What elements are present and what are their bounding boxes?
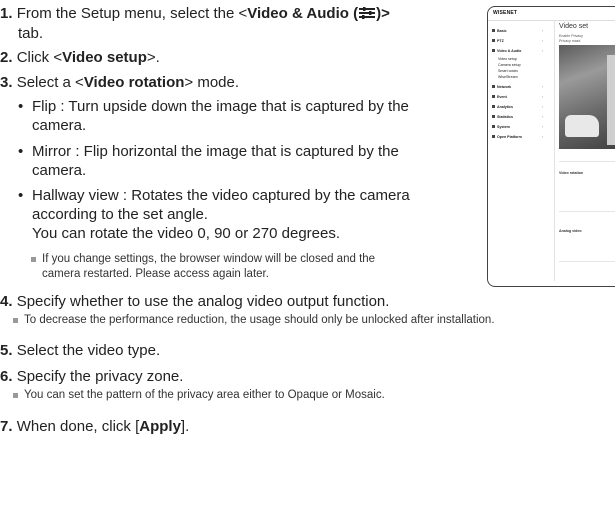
- sidebar-item-network[interactable]: Network: [492, 85, 511, 90]
- chevron-right-icon: ›: [542, 115, 544, 119]
- analog-video-label: Analog video: [559, 229, 582, 233]
- sidebar-item-open-platform[interactable]: Open Platform: [492, 135, 522, 140]
- bullet-mirror: • Mirror : Flip horizontal the image that…: [18, 143, 399, 179]
- chevron-right-icon: ›: [542, 29, 544, 33]
- sidebar-item-basic[interactable]: Basic: [492, 29, 507, 34]
- step-7: 7. When done, click [Apply].: [0, 418, 190, 435]
- video-audio-icon: [492, 49, 495, 52]
- privacy-mask-label: Privacy mask: [559, 39, 581, 43]
- divider: [559, 161, 615, 162]
- sidebar-item-analytics[interactable]: Analytics: [492, 105, 513, 110]
- sidebar-item-statistics[interactable]: Statistics: [492, 115, 513, 120]
- statistics-icon: [492, 115, 495, 118]
- basic-icon: [492, 29, 495, 32]
- note-rotation: If you change settings, the browser wind…: [31, 252, 375, 282]
- step-1-cont: tab.: [18, 25, 44, 42]
- chevron-right-icon: ›: [542, 125, 544, 129]
- sidebar-item-event[interactable]: Event: [492, 95, 507, 100]
- chevron-right-icon: ›: [542, 39, 544, 43]
- analytics-icon: [492, 105, 495, 108]
- chevron-right-icon: ›: [542, 105, 544, 109]
- bullet-hallway: • Hallway view : Rotates the video captur…: [18, 187, 410, 242]
- chevron-right-icon: ›: [542, 135, 544, 139]
- sidebar-subitem-video-setup[interactable]: Video setup: [498, 57, 517, 62]
- system-icon: [492, 125, 495, 128]
- video-rotation-label: Video rotation: [559, 171, 584, 175]
- sidebar-subitem-smart-codec[interactable]: Smart codec: [498, 69, 518, 74]
- sidebar-item-system[interactable]: System: [492, 125, 510, 130]
- sidebar-item-video-audio[interactable]: Video & Audio: [492, 49, 521, 54]
- video-audio-menu-icon: [359, 7, 376, 19]
- chevron-right-icon: ›: [542, 85, 544, 89]
- web-viewer-screenshot: WISENET Basic › PTZ › Video & Audio › Vi…: [487, 6, 615, 287]
- step-5: 5. Select the video type.: [0, 342, 161, 359]
- open-platform-icon: [492, 135, 495, 138]
- note-analog: To decrease the performance reduction, t…: [13, 313, 495, 328]
- step-6: 6. Specify the privacy zone.: [0, 368, 184, 385]
- step-2: 2. Click <Video setup>.: [0, 49, 160, 66]
- enable-privacy-checkbox[interactable]: Enable Privacy: [559, 34, 583, 38]
- chevron-right-icon: ›: [542, 95, 544, 99]
- ptz-icon: [492, 39, 495, 42]
- step-3: 3. Select a <Video rotation> mode.: [0, 74, 240, 91]
- brand-logo: WISENET: [488, 7, 615, 21]
- page-title: Video set: [559, 23, 589, 30]
- network-icon: [492, 85, 495, 88]
- video-setup-content: Video set Enable Privacy Privacy mask Vi…: [554, 21, 615, 281]
- divider: [559, 211, 615, 212]
- chevron-down-icon: ›: [542, 49, 544, 53]
- setup-sidebar: Basic › PTZ › Video & Audio › Video setu…: [488, 21, 552, 281]
- step-1: 1. From the Setup menu, select the <Vide…: [0, 5, 390, 22]
- step-4: 4. Specify whether to use the analog vid…: [0, 293, 390, 310]
- event-icon: [492, 95, 495, 98]
- sidebar-item-ptz[interactable]: PTZ: [492, 39, 504, 44]
- sidebar-subitem-wisestream[interactable]: WiseStream: [498, 75, 518, 80]
- bullet-flip: • Flip : Turn upside down the image that …: [18, 98, 409, 134]
- divider: [559, 261, 615, 262]
- note-privacy: You can set the pattern of the privacy a…: [13, 388, 385, 403]
- sidebar-subitem-camera-setup[interactable]: Camera setup: [498, 63, 521, 68]
- camera-preview-image: [559, 45, 615, 149]
